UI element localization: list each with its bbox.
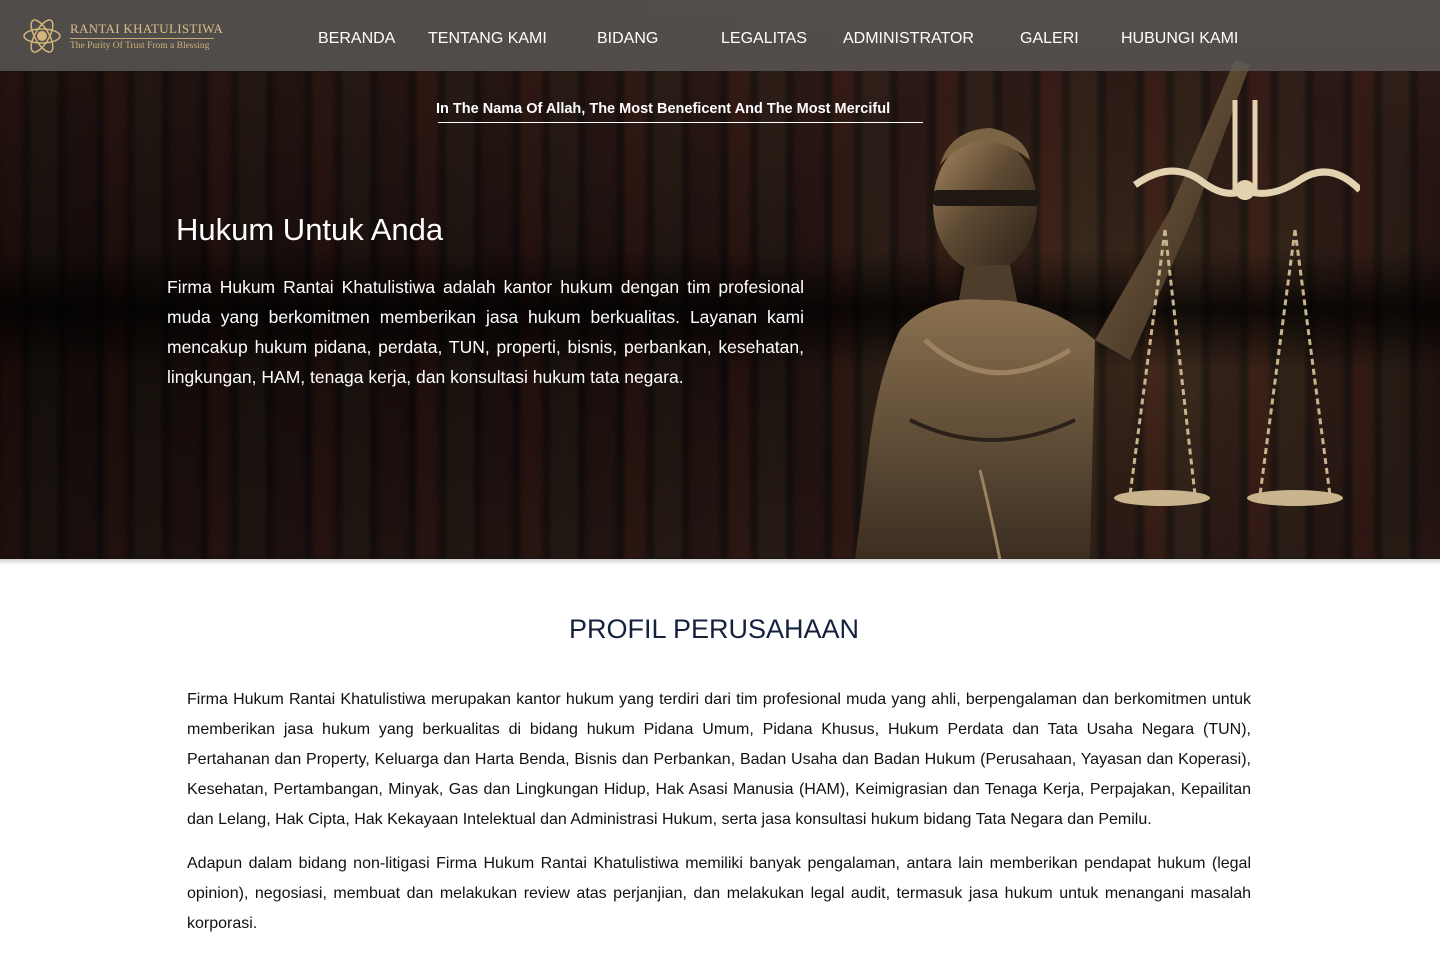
- nav-administrator[interactable]: ADMINISTRATOR: [843, 30, 974, 48]
- brand-tagline: The Purity Of Trust From a Blessing: [70, 41, 210, 51]
- nav-beranda[interactable]: BERANDA: [318, 30, 395, 48]
- brand-name: RANTAI KHATULISTIWA: [70, 21, 224, 36]
- nav-legalitas[interactable]: LEGALITAS: [721, 30, 807, 48]
- atom-emblem-icon: [23, 19, 61, 53]
- top-navbar: RANTAI KHATULISTIWA The Purity Of Trust …: [0, 0, 1440, 71]
- nav-hubungi-kami[interactable]: HUBUNGI KAMI: [1121, 30, 1238, 48]
- nav-tentang-kami[interactable]: TENTANG KAMI: [428, 30, 547, 48]
- section-divider-shadow: [0, 559, 1440, 565]
- profile-paragraph-1: Firma Hukum Rantai Khatulistiwa merupaka…: [187, 691, 1251, 828]
- hero-blessing: In The Nama Of Allah, The Most Beneficen…: [436, 101, 891, 117]
- profile-paragraph-2: Adapun dalam bidang non-litigasi Firma H…: [187, 855, 1251, 932]
- hero-title: Hukum Untuk Anda: [176, 212, 444, 247]
- lady-justice-image: [855, 60, 1360, 559]
- brand-divider: [70, 38, 214, 39]
- nav-bidang[interactable]: BIDANG: [597, 30, 658, 48]
- brand-logo[interactable]: RANTAI KHATULISTIWA The Purity Of Trust …: [22, 16, 224, 56]
- blessing-underline: [438, 122, 923, 123]
- hero-description: Firma Hukum Rantai Khatulistiwa adalah k…: [167, 277, 804, 387]
- profile-title: PROFIL PERUSAHAAN: [568, 614, 860, 644]
- nav-galeri[interactable]: GALERI: [1020, 30, 1079, 48]
